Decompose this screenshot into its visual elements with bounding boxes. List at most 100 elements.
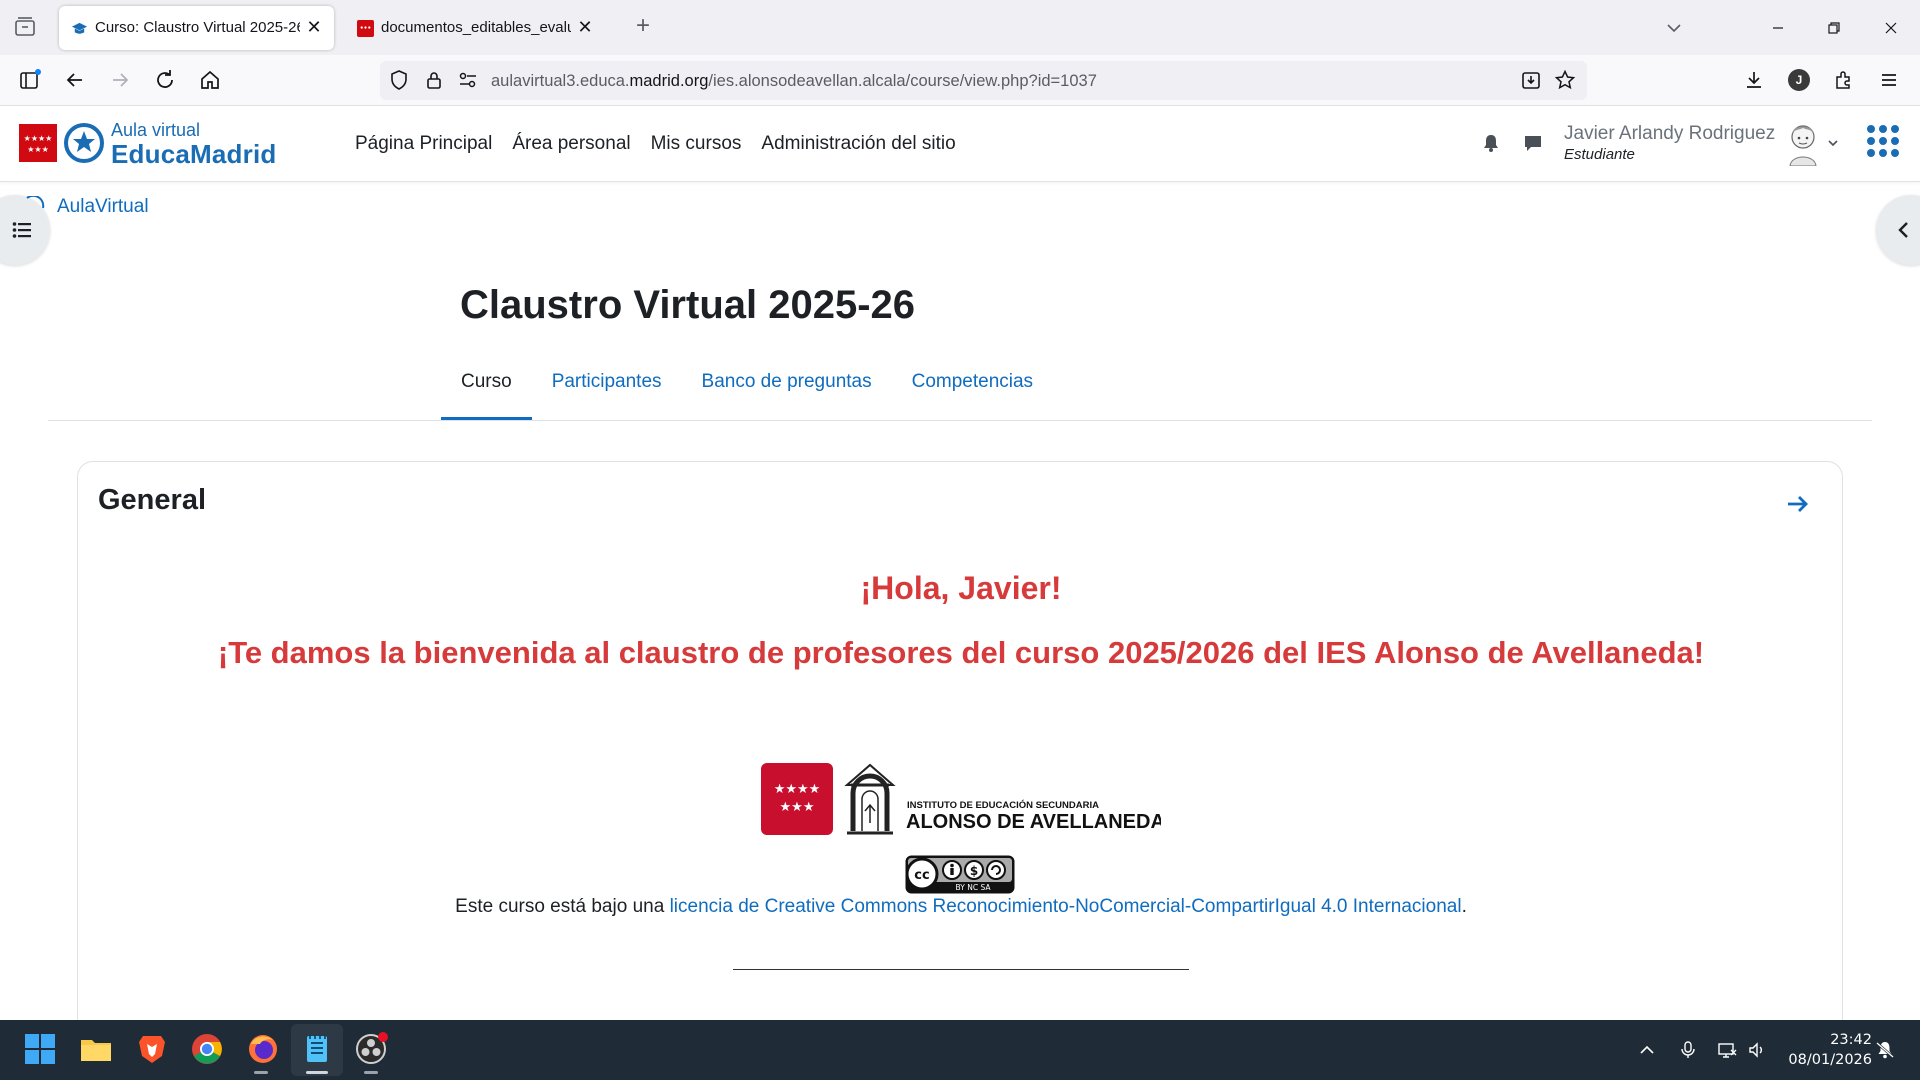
tab-competencias[interactable]: Competencias (892, 362, 1053, 420)
url-path: /ies.alonsodeavellan.alcala/course/view.… (708, 72, 1097, 90)
tab-banco-de-preguntas[interactable]: Banco de preguntas (682, 362, 892, 420)
permissions-icon[interactable] (457, 69, 479, 91)
tab-curso[interactable]: Curso (441, 362, 532, 420)
graduation-cap-icon (71, 22, 88, 34)
profile-avatar[interactable]: J (1788, 69, 1810, 91)
downloads-icon[interactable] (1742, 68, 1766, 92)
file-explorer-icon[interactable] (79, 1032, 113, 1066)
nav-area-personal[interactable]: Área personal (502, 133, 640, 155)
chevron-up-icon[interactable] (1637, 1040, 1657, 1060)
svg-text:★★★: ★★★ (780, 800, 815, 815)
extensions-icon[interactable] (1832, 68, 1856, 92)
windows-start-icon[interactable] (23, 1032, 57, 1066)
obs-studio-icon[interactable] (354, 1032, 388, 1066)
close-tab-icon[interactable]: ✕ (304, 17, 324, 37)
svg-text:$: $ (970, 864, 978, 878)
windows-taskbar: 23:42 08/01/2026 (0, 1020, 1920, 1080)
sidebar-toggle-icon[interactable] (18, 68, 42, 92)
chrome-icon[interactable] (190, 1032, 224, 1066)
url-text[interactable]: aulavirtual3.educa.madrid.org/ies.alonso… (491, 72, 1097, 91)
greeting-text: ¡Hola, Javier! (860, 570, 1062, 606)
section-card-general: General ¡Hola, Javier! ¡Te damos la bien… (77, 461, 1843, 1080)
url-bar[interactable]: aulavirtual3.educa.madrid.org/ies.alonso… (380, 61, 1587, 100)
bell-icon[interactable] (1480, 132, 1502, 154)
nav-administracion[interactable]: Administración del sitio (751, 133, 965, 155)
clock-date: 08/01/2026 (1788, 1052, 1872, 1068)
minimize-icon[interactable] (1764, 14, 1792, 42)
new-tab-button[interactable]: + (631, 14, 655, 39)
bookmark-star-icon[interactable] (1554, 69, 1576, 91)
chevron-down-icon[interactable] (1664, 18, 1684, 38)
volume-icon[interactable] (1747, 1040, 1767, 1060)
chevron-left-icon (1898, 222, 1908, 238)
forward-arrow-icon[interactable] (108, 68, 132, 92)
madrid-favicon-icon (357, 20, 374, 37)
apps-grid-icon[interactable] (1866, 124, 1900, 158)
tab-participantes[interactable]: Participantes (532, 362, 682, 420)
message-bubble-icon[interactable] (1522, 132, 1544, 154)
reader-download-icon[interactable] (1520, 69, 1542, 91)
reload-icon[interactable] (153, 68, 177, 92)
chevron-down-icon[interactable] (1826, 136, 1840, 150)
institute-name: ALONSO DE AVELLANEDA (906, 811, 1161, 833)
url-domain: madrid.org (629, 72, 709, 90)
license-prefix: Este curso está bajo una (455, 896, 670, 917)
course-secondary-navigation: Curso Participantes Banco de preguntas C… (441, 362, 1053, 420)
shield-icon[interactable] (388, 69, 410, 91)
close-window-icon[interactable] (1877, 14, 1905, 42)
browser-navbar: aulavirtual3.educa.madrid.org/ies.alonso… (0, 55, 1920, 106)
cc-badge-text: BY NC SA (956, 883, 992, 892)
close-tab-icon[interactable]: ✕ (575, 17, 595, 37)
notification-bell-icon[interactable] (1875, 1040, 1895, 1060)
nav-mis-cursos[interactable]: Mis cursos (641, 133, 752, 155)
firefox-icon[interactable] (246, 1032, 280, 1066)
arrow-right-icon[interactable] (1785, 491, 1811, 517)
firefox-running-indicator (254, 1071, 268, 1074)
secondary-nav-divider (48, 420, 1872, 421)
madrid-flag-logo[interactable]: ★★★★ ★★★ (19, 124, 57, 162)
institute-caption: INSTITUTO DE EDUCACIÓN SECUNDARIA (907, 799, 1099, 811)
menu-icon[interactable] (1877, 68, 1901, 92)
network-icon[interactable] (1717, 1040, 1737, 1060)
tab-title: documentos_editables_evaluaci (381, 19, 571, 36)
license-suffix: . (1461, 896, 1467, 917)
license-text: Este curso está bajo una licencia de Cre… (78, 896, 1844, 918)
user-name[interactable]: Javier Arlandy Rodriguez (1564, 123, 1775, 145)
browser-tab-strip: Curso: Claustro Virtual 2025-26 ✕ docume… (0, 0, 1920, 55)
restore-icon[interactable] (1820, 14, 1848, 42)
creative-commons-badge[interactable]: cc $ BY NC SA (905, 855, 1015, 894)
block-drawer-button[interactable] (1876, 195, 1920, 265)
home-icon[interactable] (198, 68, 222, 92)
site-header: ★★★★ ★★★ Aula virtual EducaMadrid Página… (0, 106, 1920, 182)
nav-pagina-principal[interactable]: Página Principal (345, 133, 502, 155)
breadcrumb-aulavirtual[interactable]: AulaVirtual (57, 196, 149, 218)
horizontal-rule (733, 969, 1189, 970)
section-title[interactable]: General (98, 484, 206, 517)
svg-text:★★★★: ★★★★ (774, 782, 821, 797)
obs-running-indicator (364, 1071, 378, 1074)
license-link[interactable]: licencia de Creative Commons Reconocimie… (670, 896, 1462, 917)
breadcrumb-arc-icon (26, 196, 45, 209)
browser-tab-inactive[interactable]: documentos_editables_evaluaci ✕ (345, 6, 605, 50)
lock-icon[interactable] (423, 69, 445, 91)
brave-browser-icon[interactable] (135, 1032, 169, 1066)
browser-tab-active[interactable]: Curso: Claustro Virtual 2025-26 ✕ (59, 6, 334, 50)
tab-list-icon[interactable] (14, 16, 36, 38)
list-icon (12, 222, 31, 238)
notepad-icon[interactable] (300, 1032, 334, 1066)
tab-title: Curso: Claustro Virtual 2025-26 (95, 19, 300, 36)
user-role: Estudiante (1564, 146, 1635, 163)
educamadrid-logo-icon[interactable] (63, 122, 105, 164)
institute-logo: ★★★★ ★★★ INSTITUTO DE EDUCACIÓN SECUNDAR… (761, 763, 1161, 835)
page-title: Claustro Virtual 2025-26 (460, 283, 916, 327)
notepad-running-indicator (306, 1071, 328, 1074)
microphone-icon[interactable] (1678, 1040, 1698, 1060)
back-arrow-icon[interactable] (63, 68, 87, 92)
user-avatar[interactable] (1783, 120, 1823, 166)
welcome-text: ¡Te damos la bienvenida al claustro de p… (217, 635, 1705, 670)
primary-navigation: Página Principal Área personal Mis curso… (345, 106, 966, 182)
svg-text:cc: cc (914, 868, 929, 883)
url-prefix: aulavirtual3.educa. (491, 72, 630, 90)
system-clock[interactable]: 23:42 08/01/2026 (1780, 1030, 1872, 1070)
clock-time: 23:42 (1830, 1032, 1872, 1048)
